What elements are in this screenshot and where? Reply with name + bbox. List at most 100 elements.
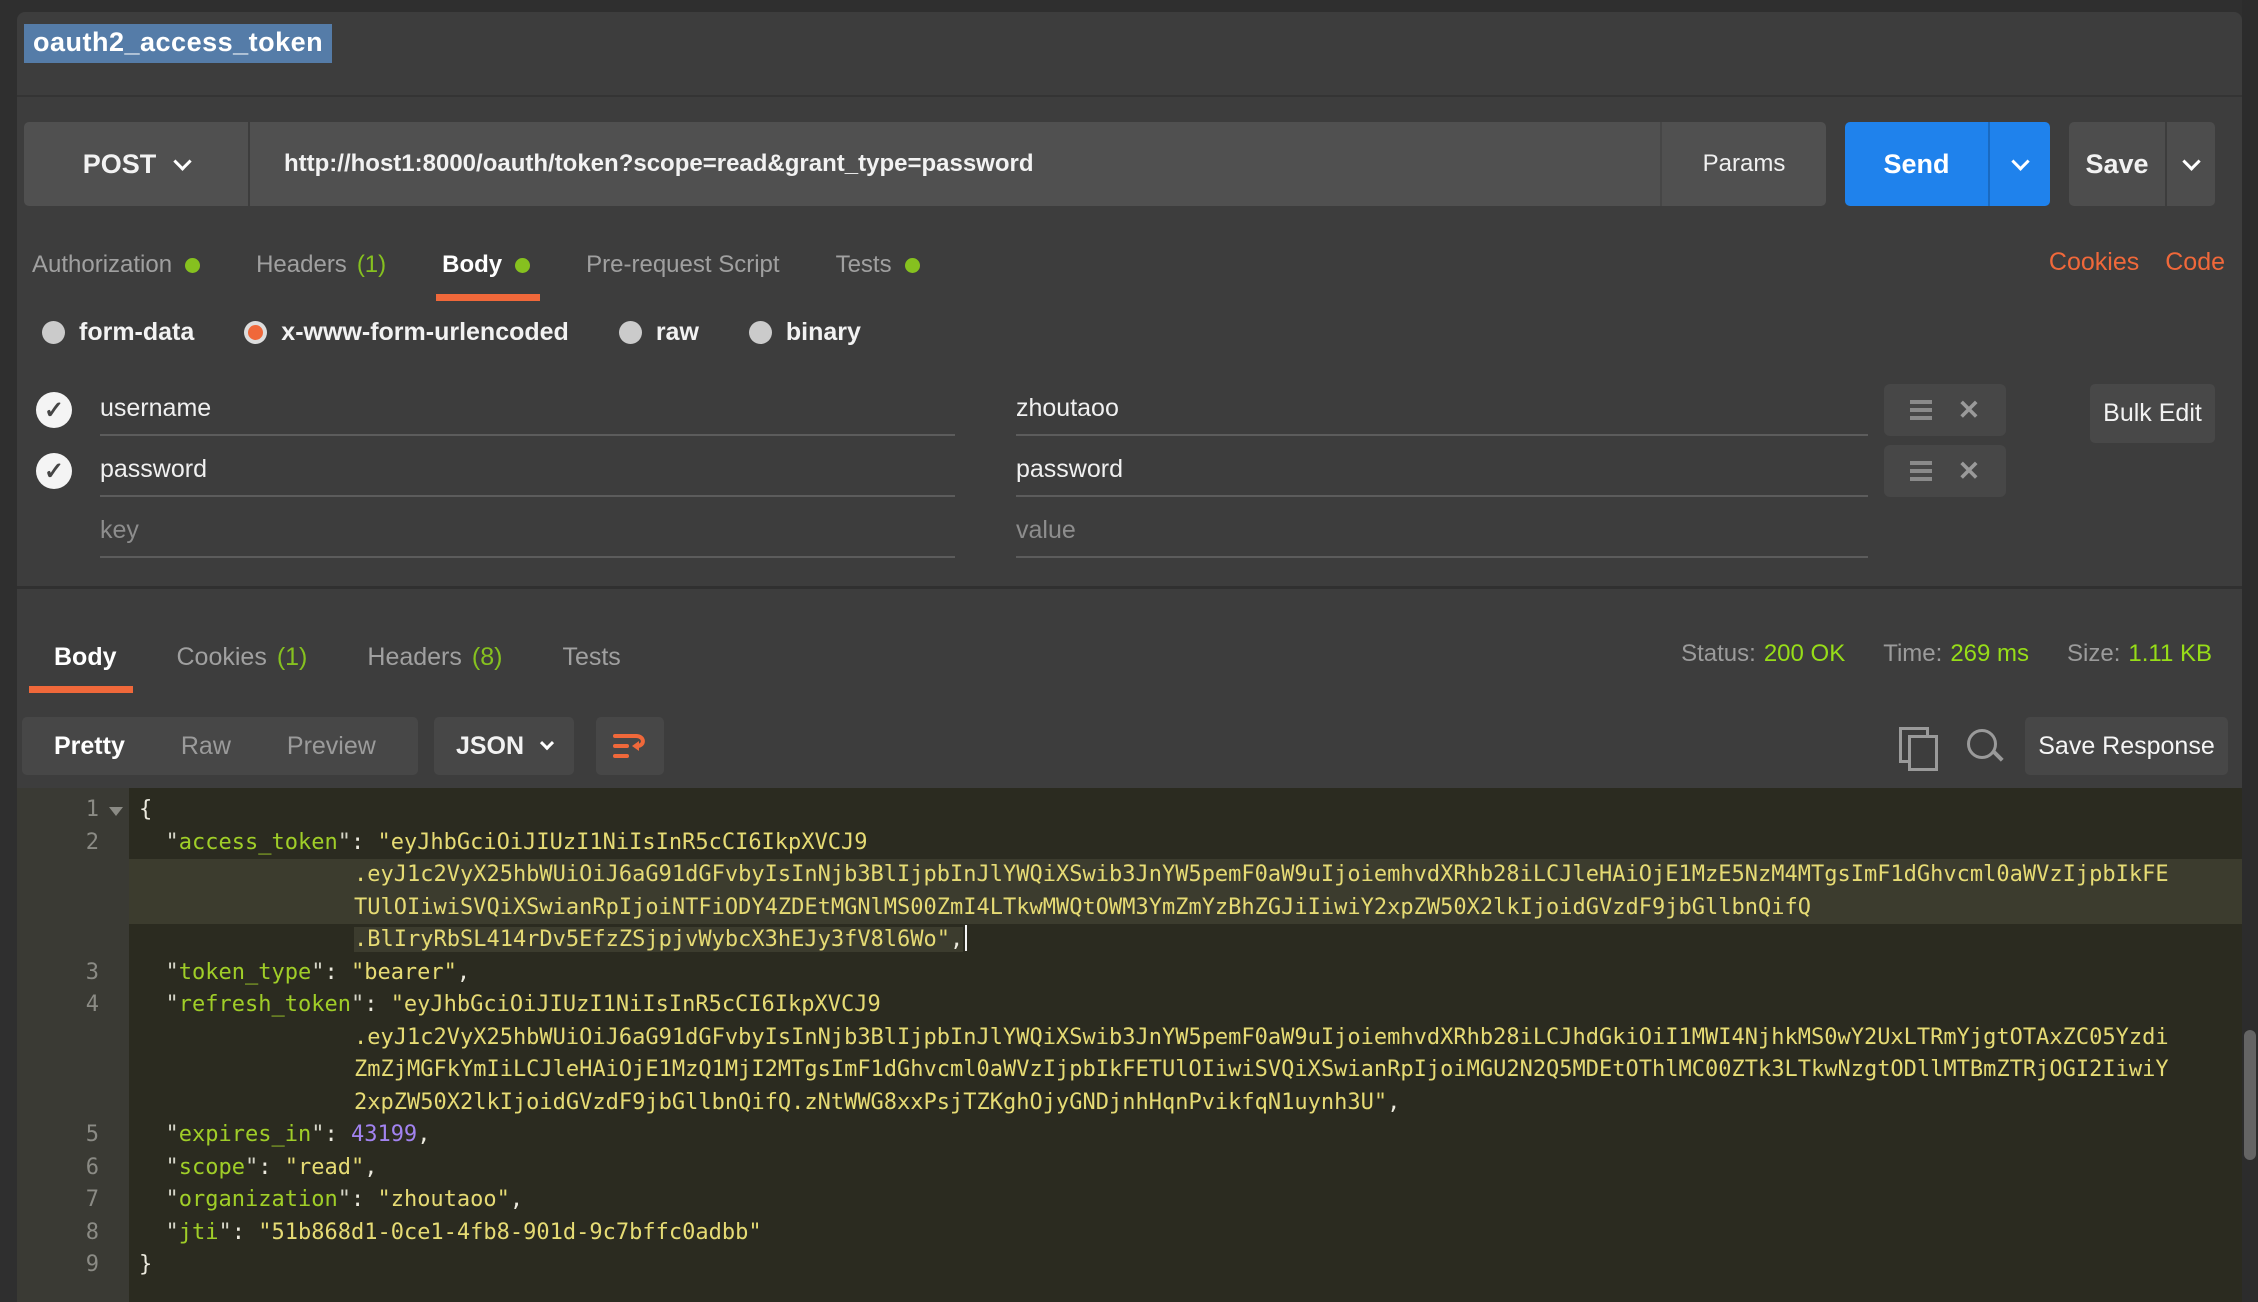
save-button[interactable]: Save: [2069, 122, 2215, 206]
body-type-selector: form-data x-www-form-urlencoded raw binary: [42, 310, 861, 354]
request-tab-headers[interactable]: Headers(1): [256, 251, 386, 279]
chevron-down-icon: [540, 736, 554, 750]
meta-label: Size:: [2067, 640, 2120, 667]
key-input[interactable]: key: [100, 504, 955, 558]
wrap-text-button[interactable]: [596, 717, 664, 775]
radio-label: raw: [656, 318, 699, 347]
view-mode-pretty[interactable]: Pretty: [54, 732, 125, 761]
row-checkbox[interactable]: ✓: [36, 453, 72, 489]
meta-label: Status:: [1681, 640, 1756, 667]
value-input[interactable]: value: [1016, 504, 1868, 558]
value-input[interactable]: password: [1016, 443, 1868, 497]
response-tab-body[interactable]: Body: [54, 643, 117, 672]
save-options-button[interactable]: [2167, 122, 2215, 206]
send-button[interactable]: Send: [1845, 122, 2050, 206]
drag-handle-icon[interactable]: [1910, 461, 1932, 481]
radio-label: x-www-form-urlencoded: [281, 318, 569, 347]
code-line: 7 "organization": "zhoutaoo",: [17, 1184, 2242, 1217]
code-text: }: [129, 1249, 2242, 1282]
line-number-gutter: [17, 859, 129, 892]
params-button[interactable]: Params: [1660, 122, 1826, 206]
scrollbar-thumb[interactable]: [2244, 1030, 2256, 1160]
code-link[interactable]: Code: [2165, 248, 2225, 277]
key-input[interactable]: password: [100, 443, 955, 497]
green-dot-icon: [905, 258, 920, 273]
remove-row-icon[interactable]: ✕: [1958, 397, 1981, 424]
row-actions: ✕: [1884, 384, 2006, 436]
request-tab-tests[interactable]: Tests: [836, 251, 920, 279]
line-number-gutter: 3: [17, 957, 129, 990]
line-number-gutter: [17, 924, 129, 957]
response-tab-headers[interactable]: Headers(8): [367, 643, 502, 672]
request-tab-pre-request-script[interactable]: Pre-request Script: [586, 251, 779, 279]
code-line: 2xpZW50X2lkIjoidGVzdF9jbGllbnQifQ.zNtWWG…: [17, 1087, 2242, 1120]
response-tabs: Body Cookies (1) Headers(8) Tests: [54, 632, 681, 682]
code-line: 4 "refresh_token": "eyJhbGciOiJIUzI1NiIs…: [17, 989, 2242, 1022]
send-options-button[interactable]: [1990, 122, 2050, 206]
tab-count-badge: (1): [277, 643, 308, 672]
save-label: Save: [2069, 122, 2165, 206]
radio-label: form-data: [79, 318, 194, 347]
line-number-gutter: 4: [17, 989, 129, 1022]
code-line: .eyJ1c2VyX25hbWUiOiJ6aG91dGFvbyIsInNjb3B…: [17, 1022, 2242, 1055]
line-number-gutter: 9: [17, 1249, 129, 1282]
line-number-gutter: [17, 1054, 129, 1087]
key-input[interactable]: username: [100, 382, 955, 436]
code-text: 2xpZW50X2lkIjoidGVzdF9jbGllbnQifQ.zNtWWG…: [129, 1087, 2242, 1120]
line-number-gutter: 5: [17, 1119, 129, 1152]
save-response-button[interactable]: Save Response: [2025, 717, 2228, 775]
url-input[interactable]: http://host1:8000/oauth/token?scope=read…: [250, 122, 1660, 206]
fold-toggle-icon[interactable]: [109, 807, 123, 816]
body-type-raw[interactable]: raw: [619, 318, 699, 347]
response-format-dropdown[interactable]: JSON: [434, 717, 574, 775]
chevron-down-icon: [2011, 152, 2029, 170]
code-text: "scope": "read",: [129, 1152, 2242, 1185]
body-type-binary[interactable]: binary: [749, 318, 861, 347]
request-links: Cookies Code: [2049, 248, 2225, 277]
method-label: POST: [83, 149, 157, 180]
code-line: ZmZjMGFkYmIiLCJleHAiOjE1MzQ1MjI2MTgsImF1…: [17, 1054, 2242, 1087]
response-body-viewer[interactable]: 1{2 "access_token": "eyJhbGciOiJIUzI1NiI…: [17, 788, 2242, 1302]
scrollbar-track[interactable]: [2242, 0, 2258, 1302]
tab-label: Authorization: [32, 251, 172, 279]
cookies-link[interactable]: Cookies: [2049, 248, 2139, 277]
request-tabs: Authorization Headers(1) Body Pre-request S…: [32, 240, 976, 290]
code-text: "organization": "zhoutaoo",: [129, 1184, 2242, 1217]
code-text: "expires_in": 43199,: [129, 1119, 2242, 1152]
chevron-down-icon: [174, 152, 192, 170]
tab-count-badge: (8): [472, 643, 503, 672]
value-input[interactable]: zhoutaoo: [1016, 382, 1868, 436]
request-tab-body[interactable]: Body: [442, 251, 530, 279]
code-line: 9}: [17, 1249, 2242, 1282]
send-label: Send: [1845, 122, 1988, 206]
body-type-x-www-form-urlencoded[interactable]: x-www-form-urlencoded: [244, 318, 569, 347]
search-icon[interactable]: [1965, 727, 2007, 769]
response-tab-cookies[interactable]: Cookies (1): [177, 643, 308, 672]
radio-label: binary: [786, 318, 861, 347]
code-line: 3 "token_type": "bearer",: [17, 957, 2242, 990]
method-dropdown[interactable]: POST: [24, 122, 250, 206]
drag-handle-icon[interactable]: [1910, 400, 1932, 420]
meta-value: 269 ms: [1950, 640, 2029, 667]
panel-divider: [17, 586, 2242, 589]
tab-label: Cookies: [177, 643, 267, 672]
code-text: ZmZjMGFkYmIiLCJleHAiOjE1MzQ1MjI2MTgsImF1…: [129, 1054, 2242, 1087]
response-tab-tests[interactable]: Tests: [562, 643, 620, 672]
bulk-edit-button[interactable]: Bulk Edit: [2090, 384, 2215, 443]
row-checkbox[interactable]: ✓: [36, 392, 72, 428]
view-mode-preview[interactable]: Preview: [287, 732, 376, 761]
remove-row-icon[interactable]: ✕: [1958, 458, 1981, 485]
request-tab-title[interactable]: oauth2_access_token: [24, 24, 332, 63]
tab-label: Headers: [256, 251, 347, 279]
view-mode-raw[interactable]: Raw: [181, 732, 231, 761]
row-actions: ✕: [1884, 445, 2006, 497]
form-row: key value: [24, 504, 2234, 564]
line-number-gutter: [17, 892, 129, 925]
line-number-gutter: 1: [17, 794, 129, 827]
copy-icon[interactable]: [1899, 727, 1939, 769]
code-line: 5 "expires_in": 43199,: [17, 1119, 2242, 1152]
request-tab-authorization[interactable]: Authorization: [32, 251, 200, 279]
tab-label: Tests: [562, 643, 620, 672]
code-text: "jti": "51b868d1-0ce1-4fb8-901d-9c7bffc0…: [129, 1217, 2242, 1250]
body-type-form-data[interactable]: form-data: [42, 318, 194, 347]
